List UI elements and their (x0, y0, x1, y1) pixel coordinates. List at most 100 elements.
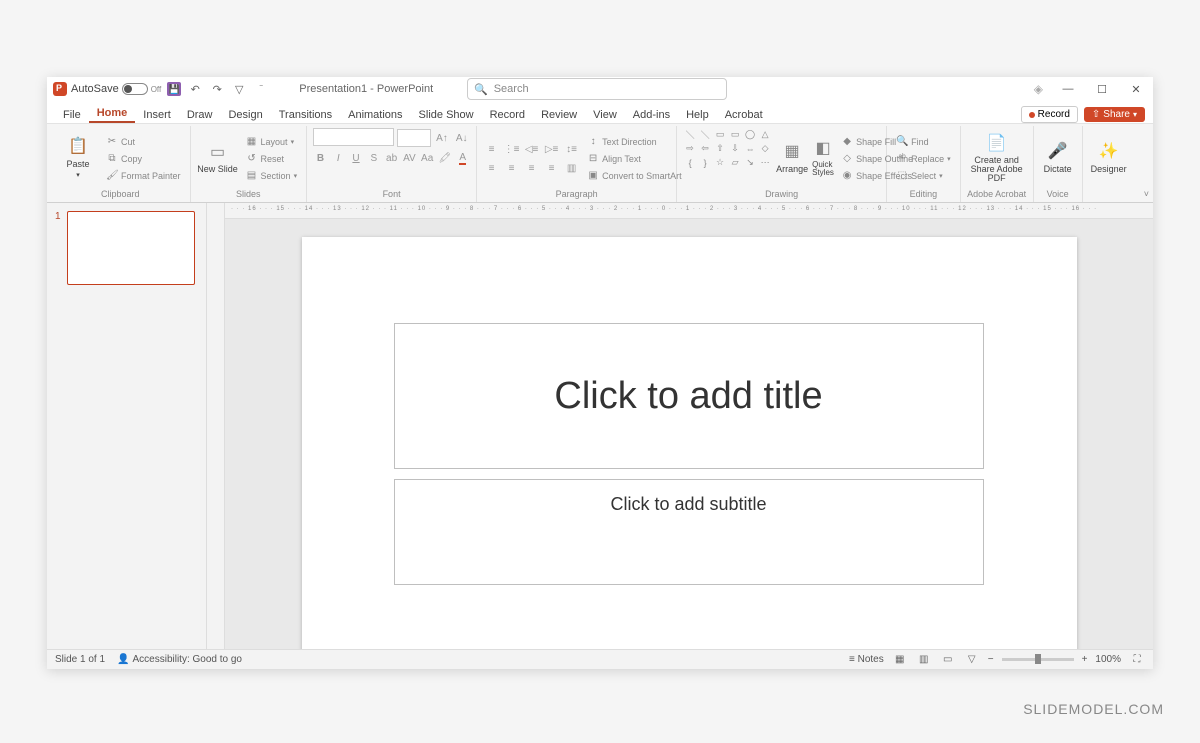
premium-icon[interactable]: ◈ (1034, 82, 1043, 96)
tab-animations[interactable]: Animations (340, 106, 410, 123)
tab-insert[interactable]: Insert (135, 106, 179, 123)
close-button[interactable]: ✕ (1119, 77, 1153, 101)
shape-brace-icon[interactable]: } (698, 156, 712, 169)
toggle-switch-icon[interactable] (122, 83, 148, 95)
shape-connector-icon[interactable]: ↘ (743, 156, 757, 169)
tab-slideshow[interactable]: Slide Show (411, 106, 482, 123)
tab-design[interactable]: Design (220, 106, 270, 123)
columns-button[interactable]: ▥ (563, 160, 580, 177)
shape-arrow-icon[interactable]: ⇩ (728, 142, 742, 155)
reading-view-icon[interactable]: ▭ (940, 653, 956, 667)
tab-review[interactable]: Review (533, 106, 585, 123)
arrange-button[interactable]: ▦ Arrange (776, 128, 808, 186)
slide-canvas-container[interactable]: Click to add title Click to add subtitle (225, 219, 1153, 649)
select-button[interactable]: ⬚Select▾ (893, 168, 954, 184)
font-size-combo[interactable] (397, 129, 431, 147)
shape-arrow-icon[interactable]: ⇧ (713, 142, 727, 155)
subtitle-placeholder[interactable]: Click to add subtitle (394, 479, 984, 585)
record-button[interactable]: Record (1021, 106, 1078, 123)
shape-callout-icon[interactable]: ▱ (728, 156, 742, 169)
strikethrough-button[interactable]: S (366, 150, 381, 167)
line-spacing-button[interactable]: ↕≡ (563, 141, 580, 158)
fit-to-window-icon[interactable]: ⛶ (1129, 653, 1145, 667)
increase-indent-button[interactable]: ▷≡ (543, 141, 560, 158)
tab-home[interactable]: Home (89, 104, 136, 123)
zoom-value[interactable]: 100% (1095, 654, 1121, 665)
slide-counter[interactable]: Slide 1 of 1 (55, 654, 105, 665)
highlight-button[interactable]: 🖍 (438, 150, 453, 167)
shape-rect-icon[interactable]: ▭ (713, 128, 727, 141)
shape-star-icon[interactable]: ☆ (713, 156, 727, 169)
underline-button[interactable]: U (349, 150, 364, 167)
replace-button[interactable]: ᵃᵇReplace▾ (893, 151, 954, 167)
autosave-toggle[interactable]: AutoSave Off (71, 83, 161, 95)
save-icon[interactable]: 💾 (167, 82, 181, 96)
slide-sorter-icon[interactable]: ▥ (916, 653, 932, 667)
text-shadow-button[interactable]: ab (384, 150, 399, 167)
align-center-button[interactable]: ≡ (503, 160, 520, 177)
shape-arrow-icon[interactable]: ⇨ (683, 142, 697, 155)
section-button[interactable]: ▤Section▾ (243, 168, 301, 184)
tab-file[interactable]: File (55, 106, 89, 123)
reset-button[interactable]: ↺Reset (243, 151, 301, 167)
shape-rect-icon[interactable]: ▭ (728, 128, 742, 141)
dictate-button[interactable]: 🎤 Dictate (1040, 128, 1076, 186)
justify-button[interactable]: ≡ (543, 160, 560, 177)
shape-brace-icon[interactable]: { (683, 156, 697, 169)
collapse-ribbon-icon[interactable]: ˅ (1144, 189, 1149, 199)
shape-line-icon[interactable]: ＼ (683, 128, 697, 141)
numbering-button[interactable]: ⋮≡ (503, 141, 520, 158)
tab-draw[interactable]: Draw (179, 106, 221, 123)
tab-addins[interactable]: Add-ins (625, 106, 678, 123)
designer-button[interactable]: ✨ Designer (1089, 128, 1129, 186)
maximize-button[interactable]: ☐ (1085, 77, 1119, 101)
zoom-in-button[interactable]: + (1082, 654, 1088, 665)
align-text-button[interactable]: ⊟Align Text (584, 151, 685, 167)
layout-button[interactable]: ▦Layout▾ (243, 134, 301, 150)
slideshow-view-icon[interactable]: ▽ (964, 653, 980, 667)
slide-thumbnail-preview[interactable] (67, 211, 195, 285)
create-share-pdf-button[interactable]: 📄 Create and Share Adobe PDF (967, 128, 1027, 186)
search-input[interactable]: 🔍 Search (467, 78, 727, 100)
tab-view[interactable]: View (585, 106, 625, 123)
align-left-button[interactable]: ≡ (483, 160, 500, 177)
paste-button[interactable]: 📋 Paste ▾ (57, 128, 99, 186)
normal-view-icon[interactable]: ▦ (892, 653, 908, 667)
font-family-combo[interactable] (313, 128, 394, 146)
zoom-slider[interactable] (1002, 658, 1074, 661)
italic-button[interactable]: I (331, 150, 346, 167)
slide-thumbnail-panel[interactable]: 1 (47, 203, 207, 649)
shape-circle-icon[interactable]: ◯ (743, 128, 757, 141)
slide-canvas[interactable]: Click to add title Click to add subtitle (302, 237, 1077, 649)
bold-button[interactable]: B (313, 150, 328, 167)
notes-button[interactable]: ≡ Notes (849, 654, 884, 665)
tab-help[interactable]: Help (678, 106, 717, 123)
format-painter-button[interactable]: 🖌Format Painter (103, 168, 184, 184)
quick-styles-button[interactable]: ◧ Quick Styles (812, 128, 834, 186)
redo-icon[interactable]: ↷ (209, 81, 225, 97)
change-case-button[interactable]: Aa (420, 150, 435, 167)
shape-diamond-icon[interactable]: ◇ (758, 142, 772, 155)
char-spacing-button[interactable]: AV (402, 150, 417, 167)
bullets-button[interactable]: ≡ (483, 141, 500, 158)
tab-acrobat[interactable]: Acrobat (717, 106, 771, 123)
copy-button[interactable]: ⧉Copy (103, 151, 184, 167)
shapes-more-icon[interactable]: ⋯ (758, 156, 772, 169)
convert-smartart-button[interactable]: ▣Convert to SmartArt (584, 168, 685, 184)
title-placeholder[interactable]: Click to add title (394, 323, 984, 469)
start-from-beginning-icon[interactable]: ▽ (231, 81, 247, 97)
zoom-out-button[interactable]: − (988, 654, 994, 665)
text-direction-button[interactable]: ↕Text Direction (584, 134, 685, 150)
shapes-gallery[interactable]: ＼＼▭▭◯△ ⇨⇦⇧⇩⇔◇ {}☆▱↘⋯ (683, 128, 772, 189)
font-color-button[interactable]: A (455, 150, 470, 167)
decrease-indent-button[interactable]: ◁≡ (523, 141, 540, 158)
qat-dropdown-icon[interactable]: ‾ (253, 81, 269, 97)
share-button[interactable]: ⇧Share▾ (1084, 107, 1145, 122)
tab-transitions[interactable]: Transitions (271, 106, 340, 123)
tab-record[interactable]: Record (482, 106, 533, 123)
shape-arrow-icon[interactable]: ⇦ (698, 142, 712, 155)
minimize-button[interactable]: — (1051, 77, 1085, 101)
accessibility-status[interactable]: 👤Accessibility: Good to go (117, 654, 242, 665)
shape-arrow-icon[interactable]: ⇔ (743, 142, 757, 155)
slide-thumbnail[interactable]: 1 (55, 211, 198, 285)
